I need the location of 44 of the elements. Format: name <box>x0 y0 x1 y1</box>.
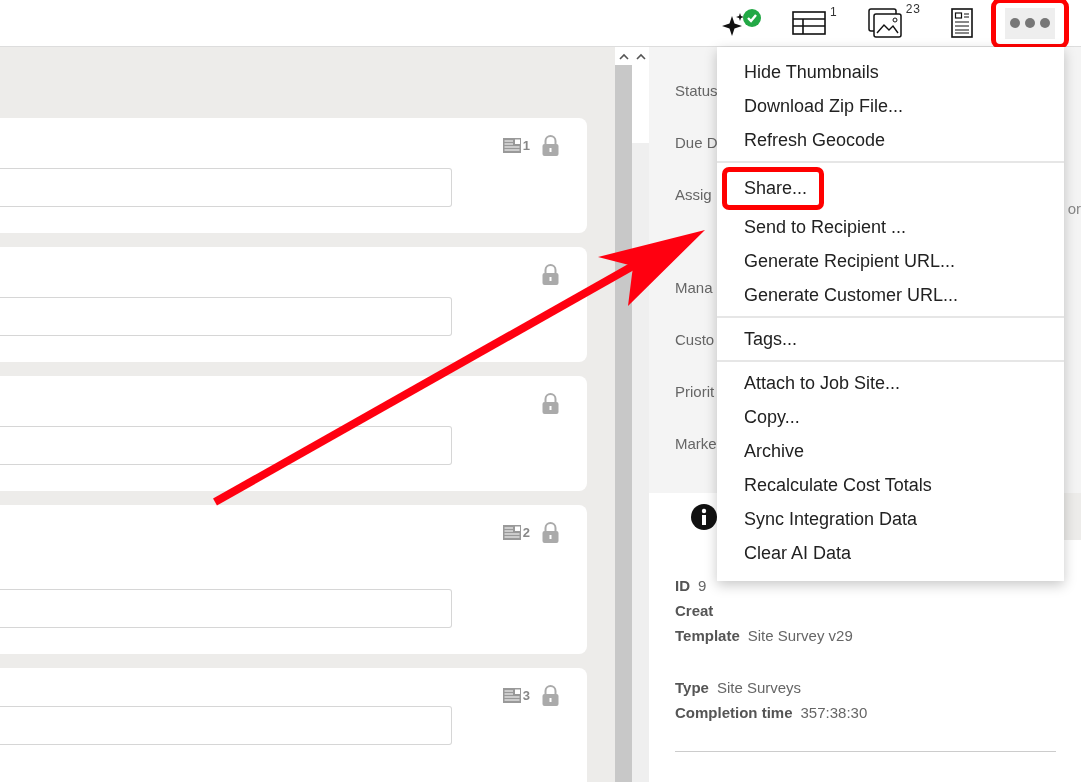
lock-icon <box>542 392 559 414</box>
property-value: 357:38:30 <box>800 704 868 721</box>
lock-icon <box>542 134 559 156</box>
field-label: Status <box>675 82 718 99</box>
property-label: Completion time <box>675 704 793 721</box>
field-label: Due D <box>675 134 718 151</box>
form-icon <box>502 137 521 153</box>
attachment-count: 1 <box>522 137 530 153</box>
caret-up-icon[interactable] <box>635 52 646 60</box>
more-button[interactable] <box>1005 7 1055 39</box>
sparkle-check-icon[interactable] <box>721 8 762 38</box>
input-field[interactable] <box>0 589 452 628</box>
images-icon[interactable] <box>867 8 902 38</box>
document-icon[interactable] <box>951 8 973 38</box>
input-field[interactable] <box>0 297 452 336</box>
lock-icon <box>542 521 559 543</box>
input-field[interactable] <box>0 168 452 207</box>
property-value: Site Surveys <box>716 679 802 696</box>
property-label: ID <box>675 577 690 594</box>
form-icon <box>502 524 521 540</box>
field-label: Assig <box>675 186 712 203</box>
count-label: 1 <box>829 5 838 19</box>
table-icon[interactable] <box>791 11 826 35</box>
field-label: Marke <box>675 435 717 452</box>
property-label: Template <box>675 627 740 644</box>
attachment-count: 2 <box>522 524 530 540</box>
field-value: or <box>1067 200 1081 217</box>
input-field[interactable] <box>0 706 452 745</box>
menu-item[interactable]: Share... <box>722 167 825 210</box>
form-icon <box>502 687 521 703</box>
lock-icon <box>542 263 559 285</box>
attachment-count: 3 <box>522 687 530 703</box>
caret-up-icon[interactable] <box>618 52 629 60</box>
property-label: Creat <box>675 602 714 619</box>
lock-icon <box>542 684 559 706</box>
input-field[interactable] <box>0 426 452 465</box>
field-label: Priorit <box>675 383 715 400</box>
info-icon <box>691 503 717 530</box>
count-label: 23 <box>905 2 921 16</box>
property-value: Site Survey v29 <box>747 627 853 644</box>
property-value: 9 <box>698 577 707 594</box>
field-label: Custo <box>675 331 715 348</box>
field-label: Mana <box>675 279 713 296</box>
property-label: Type <box>675 679 709 696</box>
